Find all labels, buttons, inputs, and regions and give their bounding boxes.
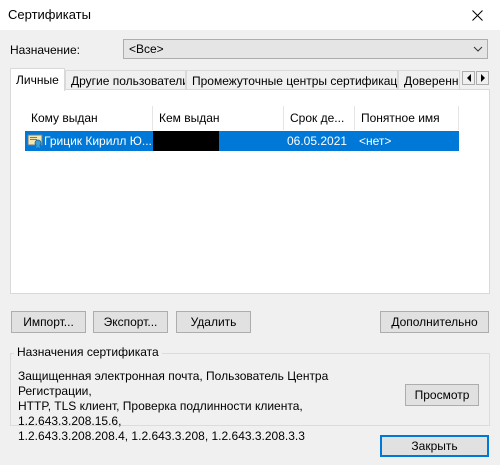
close-button[interactable]: Закрыть bbox=[380, 435, 489, 457]
button-label: Закрыть bbox=[411, 439, 458, 453]
column-label: Кому выдан bbox=[31, 111, 98, 125]
tab-label: Другие пользователи bbox=[71, 74, 186, 88]
tab-strip: Личные Другие пользователи Промежуточные… bbox=[10, 68, 492, 91]
chevron-right-icon bbox=[480, 74, 485, 82]
view-button[interactable]: Просмотр bbox=[405, 384, 479, 406]
cert-purposes-line: HTTP, TLS клиент, Проверка подлинности к… bbox=[18, 399, 303, 428]
button-label: Импорт... bbox=[23, 315, 74, 329]
column-label: Срок де... bbox=[290, 111, 345, 125]
tab-scroll-left-button[interactable] bbox=[462, 71, 475, 85]
redacted-block bbox=[153, 131, 219, 151]
import-button[interactable]: Импорт... bbox=[11, 311, 86, 333]
remove-button[interactable]: Удалить bbox=[176, 311, 251, 333]
tab-label: Личные bbox=[16, 73, 59, 87]
column-header-expiry[interactable]: Срок де... bbox=[284, 106, 355, 130]
chevron-left-icon bbox=[466, 74, 471, 82]
close-window-button[interactable] bbox=[454, 0, 500, 30]
list-header: Кому выдан Кем выдан Срок де... Понятное… bbox=[25, 106, 477, 130]
button-label: Просмотр bbox=[414, 388, 470, 402]
tab-other-people[interactable]: Другие пользователи bbox=[65, 70, 186, 89]
purpose-label: Назначение: bbox=[10, 43, 81, 57]
cert-purposes-title: Назначения сертификата bbox=[14, 345, 162, 359]
button-label: Удалить bbox=[190, 315, 237, 329]
window-title: Сертификаты bbox=[8, 7, 91, 22]
column-label: Кем выдан bbox=[159, 111, 220, 125]
tab-panel: Кому выдан Кем выдан Срок де... Понятное… bbox=[10, 89, 490, 294]
cert-purposes-text: Защищенная электронная почта, Пользовате… bbox=[18, 369, 388, 444]
button-label: Дополнительно bbox=[391, 315, 478, 329]
column-header-friendly-name[interactable]: Понятное имя bbox=[355, 106, 459, 130]
column-header-issued-to[interactable]: Кому выдан bbox=[25, 106, 153, 130]
button-label: Экспорт... bbox=[103, 315, 158, 329]
tab-scroll-right-button[interactable] bbox=[476, 71, 489, 85]
close-icon bbox=[471, 9, 483, 21]
cert-purposes-line: Защищенная электронная почта, Пользовате… bbox=[18, 369, 329, 398]
chevron-down-icon bbox=[473, 46, 483, 52]
cell-friendly-name: <нет> bbox=[359, 134, 392, 148]
purpose-select[interactable]: <Все> bbox=[123, 39, 488, 59]
certificate-list[interactable]: Кому выдан Кем выдан Срок де... Понятное… bbox=[25, 106, 477, 288]
column-header-issued-by[interactable]: Кем выдан bbox=[153, 106, 284, 130]
tab-intermediate-cas[interactable]: Промежуточные центры сертификации bbox=[186, 70, 398, 89]
tab-label: Доверенн bbox=[404, 74, 459, 88]
export-button[interactable]: Экспорт... bbox=[93, 311, 168, 333]
tab-label: Промежуточные центры сертификации bbox=[192, 74, 398, 88]
tab-personal[interactable]: Личные bbox=[10, 68, 65, 91]
cell-issued-to: Грицик Кирилл Ю... bbox=[44, 134, 151, 148]
cell-expiry: 06.05.2021 bbox=[287, 134, 348, 148]
column-label: Понятное имя bbox=[361, 111, 440, 125]
table-row[interactable]: Грицик Кирилл Ю... 06.05.2021 <нет> bbox=[25, 131, 459, 151]
title-bar: Сертификаты bbox=[0, 0, 500, 30]
purpose-selected-value: <Все> bbox=[129, 42, 164, 56]
advanced-button[interactable]: Дополнительно bbox=[380, 311, 489, 333]
certificate-icon bbox=[27, 134, 43, 148]
cert-purposes-line: 1.2.643.3.208.208.4, 1.2.643.3.208, 1.2.… bbox=[18, 429, 305, 443]
tab-trusted-root[interactable]: Доверенн bbox=[398, 70, 460, 89]
